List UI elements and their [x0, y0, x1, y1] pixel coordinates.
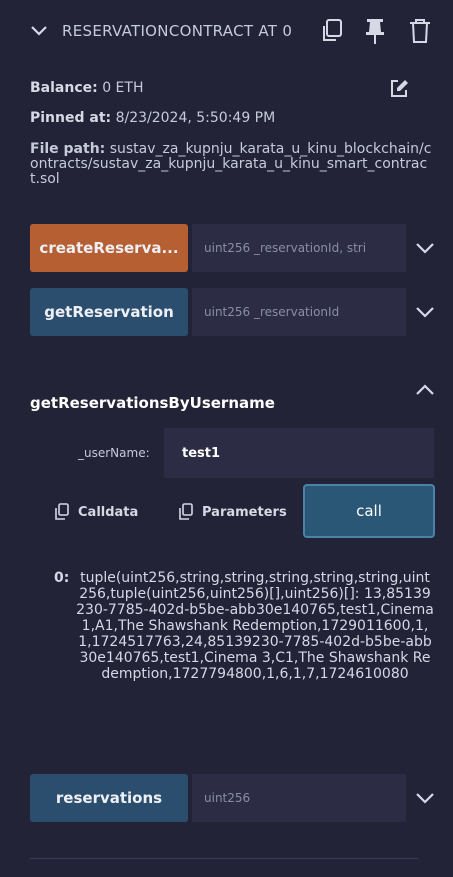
result-value: tuple(uint256,string,string,string,strin… [76, 570, 434, 682]
copy-icon [55, 503, 69, 520]
function-row-getReservation: getReservation uint256 _reservationId [30, 288, 406, 336]
chevron-down-icon[interactable] [414, 305, 436, 319]
deployed-contract-panel: RESERVATIONCONTRACT AT 0 Balance: 0 ETH … [0, 0, 453, 877]
createReservation-button[interactable]: createReserva... [30, 224, 188, 272]
balance-value: 0 ETH [102, 80, 144, 96]
chevron-down-icon[interactable] [414, 791, 436, 805]
calldata-label: Calldata [78, 504, 139, 520]
username-input[interactable]: test1 [164, 428, 434, 478]
filepath-label: File path: [30, 141, 106, 157]
chevron-up-icon[interactable] [414, 383, 436, 397]
balance-row: Balance: 0 ETH [30, 80, 143, 96]
parameters-label: Parameters [202, 504, 287, 520]
pin-icon[interactable] [364, 17, 386, 45]
contract-header[interactable]: RESERVATIONCONTRACT AT 0 [0, 0, 453, 64]
function-row-reservations: reservations uint256 [30, 774, 406, 822]
result-index: 0: [54, 570, 70, 586]
edit-icon[interactable] [388, 78, 410, 100]
contract-title[interactable]: RESERVATIONCONTRACT AT 0 [62, 22, 300, 42]
getReservation-button[interactable]: getReservation [30, 288, 188, 336]
reservations-button[interactable]: reservations [30, 774, 188, 822]
chevron-down-icon[interactable] [414, 241, 436, 255]
divider [30, 858, 418, 859]
getReservation-input[interactable]: uint256 _reservationId [192, 288, 406, 336]
reservations-input[interactable]: uint256 [192, 774, 406, 822]
chevron-down-icon[interactable] [30, 24, 48, 38]
calldata-button[interactable]: Calldata [54, 500, 138, 524]
call-button[interactable]: call [303, 484, 435, 538]
createReservation-input[interactable]: uint256 _reservationId, stri [192, 224, 406, 272]
pinned-value: 8/23/2024, 5:50:49 PM [115, 110, 276, 126]
trash-icon[interactable] [408, 17, 432, 45]
param-label: _userName: [78, 446, 150, 460]
balance-label: Balance: [30, 80, 98, 96]
pinned-label: Pinned at: [30, 110, 112, 126]
expanded-function-title: getReservationsByUsername [30, 394, 275, 412]
copy-icon[interactable] [320, 18, 344, 44]
copy-icon [179, 503, 193, 520]
filepath-row: File path: sustav_za_kupnju_karata_u_kin… [30, 142, 436, 187]
function-row-createReservation: createReserva... uint256 _reservationId,… [30, 224, 406, 272]
pinned-row: Pinned at: 8/23/2024, 5:50:49 PM [30, 110, 275, 126]
parameters-button[interactable]: Parameters [178, 500, 287, 524]
